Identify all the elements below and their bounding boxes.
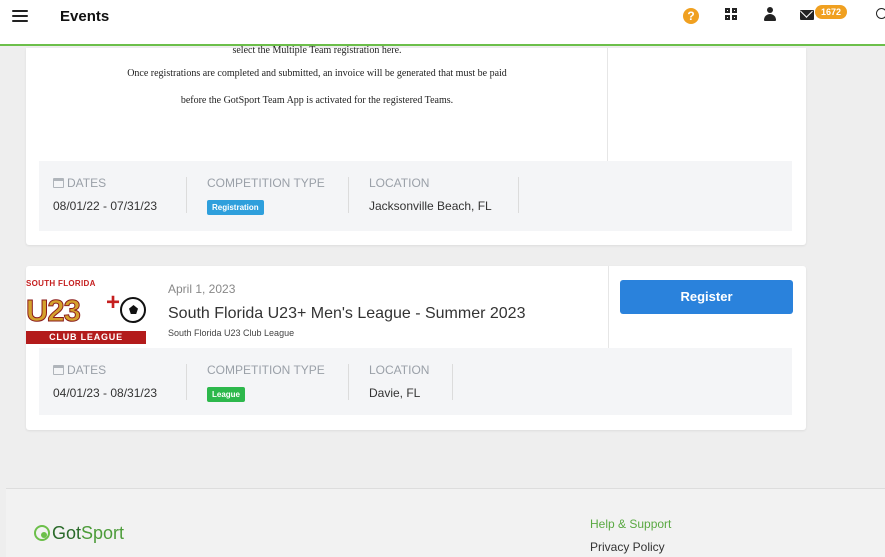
divider	[186, 364, 187, 400]
register-button[interactable]: Register	[620, 280, 793, 314]
event-description: select the Multiple Team registration he…	[26, 45, 608, 161]
privacy-policy-link[interactable]: Privacy Policy	[590, 540, 665, 554]
gotsport-logo[interactable]: GotSport	[34, 523, 124, 544]
divider	[452, 364, 453, 400]
divider	[186, 177, 187, 213]
menu-icon[interactable]	[12, 10, 28, 22]
logo-main-text: U23	[26, 293, 82, 329]
logo-bottom-text: CLUB LEAGUE	[26, 331, 146, 344]
register-cell: Register	[608, 266, 806, 348]
location-label: LOCATION	[369, 176, 430, 190]
gotsport-icon	[34, 525, 50, 541]
location-block: LOCATION Davie, FL	[369, 363, 429, 400]
dates-block: DATES 04/01/23 - 08/31/23	[53, 363, 157, 400]
location-label: LOCATION	[369, 363, 430, 377]
user-icon[interactable]	[764, 7, 776, 21]
event-card-2: SOUTH FLORIDA U23 + CLUB LEAGUE April 1,…	[26, 266, 806, 430]
chat-icon[interactable]	[876, 8, 885, 19]
competition-type-label: COMPETITION TYPE	[207, 363, 325, 377]
location-block: LOCATION Jacksonville Beach, FL	[369, 176, 492, 213]
competition-type-block: COMPETITION TYPE Registration	[207, 176, 325, 215]
dates-value: 04/01/23 - 08/31/23	[53, 386, 158, 400]
dates-label: DATES	[67, 363, 107, 377]
competition-type-label: COMPETITION TYPE	[207, 176, 325, 190]
registration-tag: Registration	[207, 200, 264, 215]
dates-block: DATES 08/01/22 - 07/31/23	[53, 176, 157, 213]
league-tag: League	[207, 387, 246, 402]
qr-code-icon[interactable]	[725, 8, 737, 20]
mail-icon[interactable]	[800, 10, 814, 20]
mail-count-badge[interactable]: 1672	[815, 5, 848, 19]
dates-value: 08/01/22 - 07/31/23	[53, 199, 158, 213]
league-logo[interactable]: SOUTH FLORIDA U23 + CLUB LEAGUE	[26, 279, 150, 345]
location-value: Davie, FL	[369, 386, 421, 400]
top-navbar: Events ? 1672	[0, 0, 885, 46]
logo-plus: +	[106, 289, 121, 316]
event-card-1: select the Multiple Team registration he…	[26, 45, 806, 245]
dates-label: DATES	[67, 176, 107, 190]
event-date: April 1, 2023	[168, 282, 236, 296]
divider	[518, 177, 519, 213]
event-title[interactable]: South Florida U23+ Men's League - Summer…	[168, 305, 525, 323]
description-line-3: before the GotSport Team App is activate…	[180, 95, 454, 106]
description-line-1: select the Multiple Team registration he…	[232, 45, 402, 56]
divider	[348, 364, 349, 400]
location-value: Jacksonville Beach, FL	[369, 199, 492, 213]
help-support-link[interactable]: Help & Support	[590, 517, 671, 531]
soccer-ball-icon	[120, 297, 146, 323]
divider	[348, 177, 349, 213]
logo-top-text: SOUTH FLORIDA	[26, 279, 96, 288]
event-meta: DATES 08/01/22 - 07/31/23 COMPETITION TY…	[39, 161, 792, 231]
page-title: Events	[60, 8, 110, 25]
calendar-icon	[53, 178, 64, 188]
help-icon[interactable]: ?	[683, 8, 699, 24]
event-meta: DATES 04/01/23 - 08/31/23 COMPETITION TY…	[39, 348, 792, 415]
competition-type-block: COMPETITION TYPE League	[207, 363, 325, 402]
event-organizer: South Florida U23 Club League	[168, 328, 295, 338]
description-line-2: Once registrations are completed and sub…	[127, 68, 507, 79]
calendar-icon	[53, 365, 64, 375]
page-footer: GotSport Help & Support Privacy Policy	[6, 488, 885, 557]
